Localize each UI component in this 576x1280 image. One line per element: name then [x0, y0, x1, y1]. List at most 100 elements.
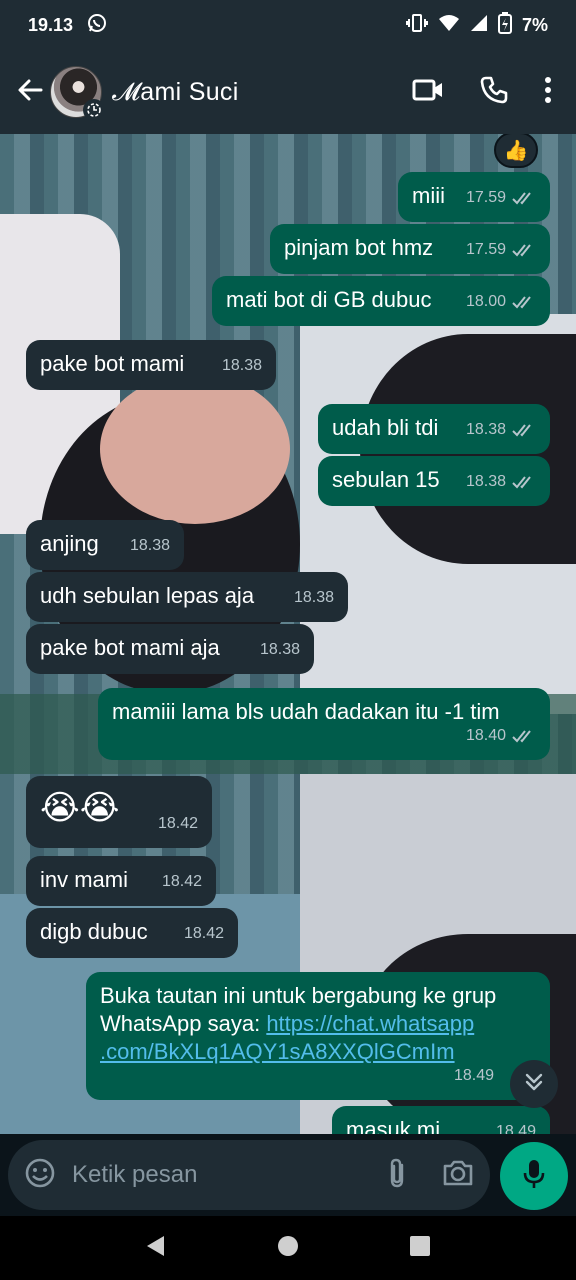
contact-avatar[interactable] — [50, 66, 105, 121]
camera-icon — [442, 1160, 474, 1191]
message-time: 18.42 — [183, 925, 224, 942]
nav-back-icon — [144, 1235, 168, 1262]
group-invite-link[interactable]: https://chat.whatsapp — [266, 1011, 474, 1036]
nav-home-button[interactable] — [276, 1234, 300, 1263]
status-bar: 19.13 7% — [0, 0, 576, 50]
scroll-down-icon — [523, 1071, 545, 1098]
message-meta: 17.59 — [466, 236, 536, 264]
message-text: 😭😭 — [40, 789, 120, 827]
message-incoming[interactable]: inv mami 18.42 — [26, 856, 216, 906]
message-outgoing[interactable]: masuk mi 18.49 — [332, 1106, 550, 1134]
voice-call-button[interactable] — [480, 76, 508, 109]
whatsapp-notification-icon — [87, 13, 107, 38]
double-check-icon — [512, 296, 531, 309]
nav-recents-icon — [408, 1235, 432, 1262]
message-time: 18.49 — [453, 1067, 494, 1084]
group-invite-link[interactable]: .com/BkXLq1AQY1sA8XXQlGCmIm — [100, 1039, 455, 1064]
message-text: digb dubuc — [40, 919, 148, 944]
message-time: 18.38 — [293, 589, 334, 606]
message-text: sebulan 15 — [332, 467, 440, 492]
wifi-icon — [438, 14, 460, 37]
message-time: 18.38 — [465, 473, 506, 490]
message-reaction[interactable]: 👍 — [494, 134, 538, 168]
message-incoming[interactable]: pake bot mami 18.38 — [26, 340, 276, 390]
message-text: pake bot mami aja — [40, 635, 220, 660]
emoji-button[interactable] — [24, 1157, 56, 1194]
phone-icon — [480, 76, 508, 108]
scroll-to-bottom-button[interactable] — [510, 1060, 558, 1108]
contact-name[interactable]: 𝓜ami Suci — [112, 78, 239, 107]
message-incoming[interactable]: pake bot mami aja 18.38 — [26, 624, 314, 674]
message-time: 18.49 — [495, 1123, 536, 1134]
message-text: mamiii lama bls udah dadakan itu -1 tim — [112, 699, 500, 724]
double-check-icon — [512, 244, 531, 257]
message-time: 18.00 — [465, 293, 506, 310]
message-outgoing[interactable]: miii 17.59 — [398, 172, 550, 222]
message-time: 18.42 — [157, 815, 198, 832]
message-meta: 18.38 — [466, 416, 536, 444]
nav-back-button[interactable] — [144, 1234, 168, 1263]
message-text: miii — [412, 183, 445, 208]
emoji-icon — [24, 1158, 56, 1193]
message-time: 18.38 — [221, 357, 262, 374]
attach-button[interactable] — [386, 1157, 408, 1194]
message-text: anjing — [40, 531, 99, 556]
disappearing-timer-icon — [83, 99, 105, 121]
more-options-icon — [544, 76, 552, 107]
double-check-icon — [512, 476, 531, 489]
message-input-container[interactable]: Ketik pesan — [8, 1140, 490, 1210]
status-time: 19.13 — [28, 14, 74, 35]
message-text: pinjam bot hmz — [284, 235, 434, 260]
message-outgoing[interactable]: mamiii lama bls udah dadakan itu -1 tim … — [98, 688, 550, 760]
message-meta: 17.59 — [466, 184, 536, 212]
back-icon — [16, 76, 44, 109]
message-outgoing[interactable]: mati bot di GB dubuc 18.00 — [212, 276, 550, 326]
double-check-icon — [512, 424, 531, 437]
nav-recents-button[interactable] — [408, 1234, 432, 1263]
message-outgoing[interactable]: sebulan 15 18.38 — [318, 456, 550, 506]
mic-icon — [522, 1158, 546, 1195]
message-input[interactable]: Ketik pesan — [72, 1161, 197, 1189]
video-call-icon — [412, 79, 444, 106]
message-time: 18.38 — [465, 421, 506, 438]
message-text: masuk mi — [346, 1117, 441, 1134]
chat-header: 𝓜ami Suci — [0, 50, 576, 134]
message-incoming[interactable]: 😭😭 18.42 — [26, 776, 212, 848]
message-meta: 18.00 — [466, 288, 536, 316]
message-time: 17.59 — [465, 189, 506, 206]
camera-button[interactable] — [442, 1159, 474, 1192]
message-incoming[interactable]: digb dubuc 18.42 — [26, 908, 238, 958]
vibrate-icon — [405, 13, 428, 37]
nav-home-icon — [276, 1235, 300, 1262]
double-check-icon — [512, 192, 531, 205]
message-time: 18.38 — [129, 537, 170, 554]
message-text: inv mami — [40, 867, 129, 892]
message-meta: 18.49 — [454, 1062, 494, 1090]
attach-icon — [386, 1158, 408, 1193]
message-outgoing[interactable]: udah bli tdi 18.38 — [318, 404, 550, 454]
message-time: 17.59 — [465, 241, 506, 258]
voice-message-button[interactable] — [500, 1142, 568, 1210]
double-check-icon — [512, 730, 531, 743]
message-text: udah bli tdi — [332, 415, 439, 440]
message-text-line: WhatsApp saya: https://chat.whatsapp — [100, 1010, 536, 1038]
more-options-button[interactable] — [544, 76, 552, 108]
message-text: pake bot mami — [40, 351, 185, 376]
message-outgoing-link[interactable]: Buka tautan ini untuk bergabung ke grup … — [86, 972, 550, 1100]
message-list[interactable]: 👍 miii 17.59 pinjam bot hmz 17.59 mati b… — [0, 134, 576, 1134]
battery-percent: 7% — [521, 14, 548, 35]
message-incoming[interactable]: udh sebulan lepas aja 18.38 — [26, 572, 348, 622]
signal-icon — [470, 14, 488, 37]
battery-icon — [497, 11, 512, 39]
system-navigation-bar — [0, 1216, 576, 1280]
message-outgoing[interactable]: pinjam bot hmz 17.59 — [270, 224, 550, 274]
message-meta: 18.38 — [466, 468, 536, 496]
message-incoming[interactable]: anjing 18.38 — [26, 520, 184, 570]
back-button[interactable] — [6, 68, 54, 116]
message-time: 18.42 — [161, 873, 202, 890]
message-time: 18.40 — [465, 727, 506, 744]
message-text: WhatsApp saya: — [100, 1011, 267, 1036]
message-meta: 18.40 — [466, 722, 536, 750]
video-call-button[interactable] — [412, 78, 444, 107]
message-time: 18.38 — [259, 641, 300, 658]
